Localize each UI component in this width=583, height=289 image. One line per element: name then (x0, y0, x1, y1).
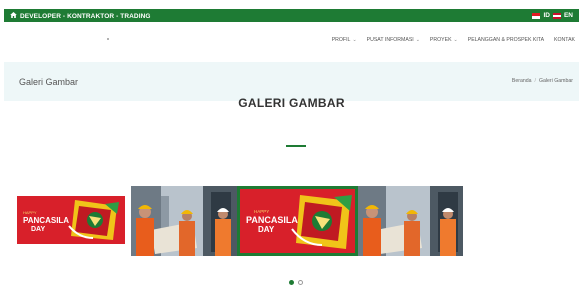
gallery-carousel: HAPPY PANCASILA DAY HAPPY PANCASILA DAY (0, 186, 583, 256)
svg-text:HAPPY: HAPPY (23, 210, 37, 215)
construction-workers-image (131, 186, 237, 256)
home-icon[interactable] (10, 12, 17, 20)
chevron-down-icon: ⌄ (453, 37, 458, 43)
carousel-pagination (289, 280, 303, 285)
gallery-slide-active[interactable]: HAPPY PANCASILA DAY (237, 186, 358, 256)
carousel-dot-2[interactable] (298, 280, 303, 285)
main-navbar: PROFIL ⌄ PUSAT INFORMASI ⌄ PROYEK ⌄ PELANGG… (4, 22, 579, 62)
english-flag-icon[interactable] (552, 12, 561, 19)
heading-underline (286, 145, 306, 147)
svg-text:HAPPY: HAPPY (254, 209, 269, 214)
gallery-slide[interactable]: HAPPY PANCASILA DAY (17, 196, 125, 244)
pancasila-day-image: HAPPY PANCASILA DAY (17, 196, 125, 244)
chevron-down-icon: ⌄ (352, 37, 357, 43)
indonesia-flag-icon[interactable] (532, 12, 541, 19)
main-menu: PROFIL ⌄ PUSAT INFORMASI ⌄ PROYEK ⌄ PELANGG… (332, 37, 575, 43)
menu-item-pelanggan[interactable]: PELANGGAN & PROSPEK KITA (468, 37, 544, 43)
logo[interactable] (107, 38, 109, 40)
gallery-slide[interactable] (131, 186, 237, 256)
pancasila-day-image: HAPPY PANCASILA DAY (240, 189, 355, 253)
page-title: Galeri Gambar (19, 77, 79, 87)
breadcrumb: Beranda / Galeri Gambar (511, 78, 573, 84)
menu-item-kontak[interactable]: KONTAK (554, 37, 575, 43)
svg-text:DAY: DAY (31, 226, 45, 233)
lang-id-link[interactable]: ID (543, 12, 550, 19)
menu-item-proyek[interactable]: PROYEK ⌄ (430, 37, 458, 43)
svg-text:DAY: DAY (258, 225, 275, 234)
svg-text:PANCASILA: PANCASILA (246, 215, 298, 225)
chevron-down-icon: ⌄ (415, 37, 420, 43)
menu-item-pusat-informasi[interactable]: PUSAT INFORMASI ⌄ (367, 37, 420, 43)
menu-item-profil[interactable]: PROFIL ⌄ (332, 37, 357, 43)
construction-workers-image (358, 186, 463, 256)
lang-en-link[interactable]: EN (564, 12, 573, 19)
svg-text:PANCASILA: PANCASILA (23, 216, 69, 225)
breadcrumb-home-link[interactable]: Beranda (512, 78, 532, 84)
company-tagline: DEVELOPER - KONTRAKTOR - TRADING (20, 12, 151, 20)
section-heading: GALERI GAMBAR (238, 96, 345, 110)
top-bar: DEVELOPER - KONTRAKTOR - TRADING ID EN (4, 9, 579, 22)
gallery-slide[interactable] (358, 186, 463, 256)
breadcrumb-current: Galeri Gambar (538, 78, 573, 84)
carousel-dot-1[interactable] (289, 280, 294, 285)
